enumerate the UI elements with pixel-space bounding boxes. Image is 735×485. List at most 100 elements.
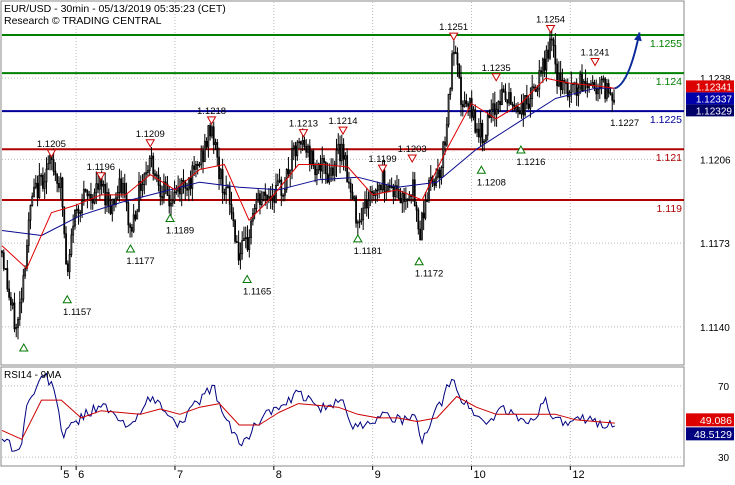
candle-body (356, 221, 359, 224)
candle-body (234, 220, 236, 242)
candle-body (262, 191, 265, 200)
candle-body (219, 169, 222, 180)
candle-body (209, 125, 212, 137)
swing-high-label: 1.1251 (439, 22, 468, 33)
chart-subtitle: Research © TRADING CENTRAL (4, 15, 162, 27)
candle-body (412, 179, 414, 197)
rsi-title: RSI14 - 9MA (4, 370, 62, 381)
candle-body (129, 224, 131, 228)
candle-body (161, 196, 164, 199)
candle-body (155, 174, 158, 177)
candle-body (255, 199, 258, 209)
candle-body (381, 170, 384, 190)
candle-body (570, 83, 573, 93)
candle-body (362, 207, 365, 221)
candle-body (307, 145, 309, 153)
candle-body (27, 219, 30, 247)
x-tick-label-5: 5 (63, 469, 69, 480)
candle-body (364, 199, 366, 209)
candle-body (211, 126, 213, 137)
swing-high-label: 1.1254 (536, 15, 565, 26)
candle-body (499, 101, 502, 106)
candle-body (58, 182, 60, 189)
candle-body (102, 183, 105, 187)
candle-body (408, 194, 411, 201)
candle-body (54, 170, 57, 176)
candle-body (173, 192, 176, 202)
candle-body (481, 122, 484, 144)
candle-body (479, 122, 482, 138)
price-tick-label: 1.1140 (700, 323, 730, 334)
candle-body (454, 52, 457, 54)
candle-body (493, 103, 496, 115)
candle-body (353, 196, 356, 199)
candle-body (298, 141, 301, 144)
candle-body (202, 150, 204, 163)
candle-body (497, 101, 500, 110)
candle-body (120, 178, 123, 194)
candle-body (556, 63, 558, 87)
swing-high-label: 1.1235 (482, 63, 511, 74)
candle-body (275, 184, 277, 203)
candle-body (182, 180, 185, 183)
candle-body (520, 102, 523, 115)
candle-body (56, 174, 59, 184)
candle-body (6, 268, 9, 290)
candle-body (175, 190, 178, 193)
candle-body (171, 200, 174, 204)
candle-body (305, 146, 308, 153)
candle-body (557, 73, 560, 87)
candle-body (230, 203, 233, 214)
candle-body (351, 191, 354, 199)
level-note-label: 1.1227 (610, 118, 639, 129)
swing-low-label: 1.1157 (63, 307, 91, 318)
candle-body (440, 167, 443, 179)
swing-low-label: 1.1177 (126, 256, 154, 267)
candle-body (123, 182, 126, 194)
candle-body (470, 98, 473, 118)
candle-body (216, 142, 219, 158)
swing-high-label: 1.1205 (37, 139, 66, 150)
candle-body (554, 45, 557, 65)
swing-high-label: 1.1196 (87, 162, 115, 173)
candle-body (235, 240, 238, 243)
level-label-target: 1.1255 (650, 38, 682, 50)
candle-body (246, 237, 249, 251)
candle-body (152, 155, 155, 175)
candle-body (29, 205, 32, 221)
candle-body (134, 214, 137, 220)
candle-body (299, 141, 302, 145)
chart-root: 1.1255 1.124 1.1225 1.121 1.119 1.1205 1.1196… (0, 0, 735, 481)
candle-body (214, 142, 217, 145)
candle-body (49, 154, 51, 164)
candle-body (438, 169, 441, 179)
candle-body (332, 167, 334, 176)
candle-body (70, 234, 73, 255)
candle-body (483, 140, 486, 144)
swing-high-label: 1.1209 (136, 129, 165, 140)
candle-body (527, 103, 530, 109)
swing-high-label: 1.1241 (581, 48, 610, 59)
candle-body (186, 187, 188, 191)
swing-high-label: 1.1218 (197, 106, 226, 117)
candle-body (132, 214, 135, 232)
candle-body (13, 302, 16, 330)
candle-body (42, 174, 44, 189)
candle-body (533, 86, 535, 89)
candle-body (540, 70, 542, 73)
candle-body (294, 145, 297, 157)
candle-body (308, 145, 311, 165)
candle-body (205, 140, 208, 148)
candle-body (436, 169, 439, 178)
candle-body (118, 178, 121, 193)
rsi-tick-label: 30 (718, 453, 730, 464)
swing-low-label: 1.1189 (166, 226, 194, 237)
candle-body (66, 263, 69, 273)
candle-body (463, 100, 466, 108)
rsi-badge-text-red: 49.086 (700, 415, 732, 427)
candle-body (314, 165, 317, 176)
candle-body (472, 109, 475, 118)
candle-body (75, 208, 78, 211)
candle-body (360, 219, 363, 222)
candle-body (212, 126, 215, 145)
